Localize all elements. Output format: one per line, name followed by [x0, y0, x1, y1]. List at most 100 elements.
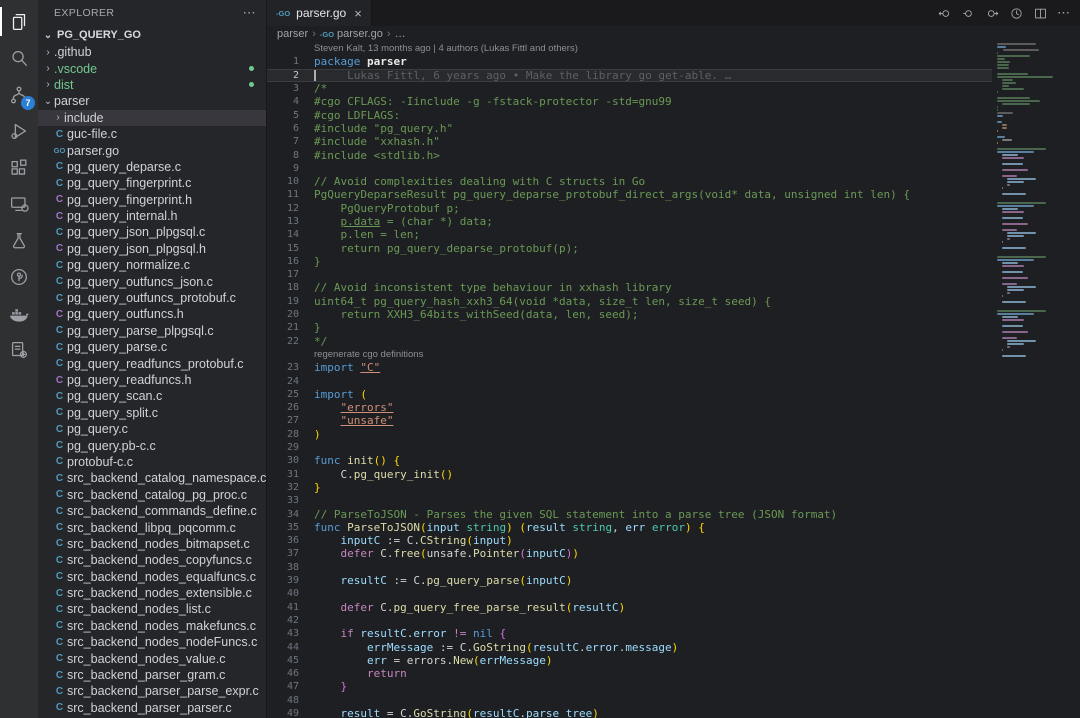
minimap-line [997, 151, 1034, 153]
tree-item-label: dist [54, 78, 73, 92]
tree-file-src_backend_catalog_pg_proc.c[interactable]: Csrc_backend_catalog_pg_proc.c [38, 487, 266, 503]
docker-icon[interactable] [0, 296, 38, 331]
code-line: 12 PgQueryProtobuf p; [267, 202, 992, 215]
tree-file-parser.go[interactable]: GOparser.go [38, 142, 266, 158]
remote-explorer-icon[interactable] [0, 187, 38, 222]
tree-file-pg_query_scan.c[interactable]: Cpg_query_scan.c [38, 388, 266, 404]
search-icon[interactable] [0, 41, 38, 76]
minimap-line [1002, 163, 1024, 165]
code-line: 45 err = errors.New(errMessage) [267, 654, 992, 667]
minimap-line [1002, 127, 1007, 129]
tree-folder-.vscode[interactable]: ›.vscode [38, 60, 266, 76]
minimap[interactable] [992, 42, 1080, 718]
line-content: "unsafe" [314, 414, 393, 427]
tree-file-src_backend_nodes_equalfuncs.c[interactable]: Csrc_backend_nodes_equalfuncs.c [38, 569, 266, 585]
tree-file-pg_query_parse.c[interactable]: Cpg_query_parse.c [38, 339, 266, 355]
gitlens-icon[interactable] [0, 260, 38, 295]
tab-parser-go[interactable]: GO parser.go × [267, 0, 372, 26]
tree-file-src_backend_nodes_value.c[interactable]: Csrc_backend_nodes_value.c [38, 650, 266, 666]
c-file-icon: C [52, 293, 67, 304]
tree-folder-.github[interactable]: ›.github [38, 44, 266, 60]
previous-change-button[interactable] [934, 3, 954, 23]
code-editor[interactable]: Steven Kalt, 13 months ago | 4 authors (… [267, 42, 992, 718]
project-root-item[interactable]: ⌄ PG_QUERY_GO [38, 26, 266, 44]
tree-folder-include[interactable]: ›include [38, 110, 266, 126]
tree-file-src_backend_nodes_nodeFuncs.c[interactable]: Csrc_backend_nodes_nodeFuncs.c [38, 634, 266, 650]
tree-file-pg_query_json_plpgsql.c[interactable]: Cpg_query_json_plpgsql.c [38, 224, 266, 240]
tree-item-label: src_backend_parser_parser.c [67, 701, 232, 715]
tree-item-label: pg_query_fingerprint.c [67, 176, 191, 190]
line-content: result = C.GoString(resultC.parse_tree) [314, 707, 599, 718]
tree-file-src_backend_nodes_bitmapset.c[interactable]: Csrc_backend_nodes_bitmapset.c [38, 536, 266, 552]
tree-item-label: guc-file.c [67, 127, 117, 141]
tree-file-pg_query_readfuncs_protobuf.c[interactable]: Cpg_query_readfuncs_protobuf.c [38, 355, 266, 371]
file-history-button[interactable] [1006, 3, 1026, 23]
tree-folder-dist[interactable]: ›dist [38, 77, 266, 93]
run-debug-icon[interactable] [0, 114, 38, 149]
tree-file-src_backend_libpq_pqcomm.c[interactable]: Csrc_backend_libpq_pqcomm.c [38, 519, 266, 535]
tree-file-src_backend_nodes_list.c[interactable]: Csrc_backend_nodes_list.c [38, 601, 266, 617]
tree-item-label: include [64, 111, 104, 125]
code-line: 43 if resultC.error != nil { [267, 627, 992, 640]
explorer-title: EXPLORER [54, 7, 114, 19]
line-content: } [314, 255, 321, 268]
tree-item-label: pg_query_outfuncs.h [67, 307, 184, 321]
breadcrumb: parser›GOparser.go›… [267, 26, 1080, 42]
project-manager-icon[interactable] [0, 333, 38, 368]
tree-file-src_backend_parser_gram.c[interactable]: Csrc_backend_parser_gram.c [38, 667, 266, 683]
testing-icon[interactable] [0, 223, 38, 258]
line-number: 21 [267, 322, 299, 333]
tree-file-src_backend_commands_define.c[interactable]: Csrc_backend_commands_define.c [38, 503, 266, 519]
c-file-icon: C [52, 506, 67, 517]
tree-file-pg_query_outfuncs_json.c[interactable]: Cpg_query_outfuncs_json.c [38, 273, 266, 289]
tree-file-src_backend_parser_parser.c[interactable]: Csrc_backend_parser_parser.c [38, 700, 266, 716]
code-line: 38 [267, 561, 992, 574]
tree-file-src_backend_parser_parse_expr.c[interactable]: Csrc_backend_parser_parse_expr.c [38, 683, 266, 699]
line-number: 10 [267, 176, 299, 187]
code-line: 35func ParseToJSON(input string) (result… [267, 521, 992, 534]
tree-file-pg_query_parse_plpgsql.c[interactable]: Cpg_query_parse_plpgsql.c [38, 323, 266, 339]
codelens-annotation[interactable]: regenerate cgo definitions [267, 348, 992, 361]
close-tab-icon[interactable]: × [354, 6, 362, 21]
extensions-icon[interactable] [0, 150, 38, 185]
tree-file-pg_query_readfuncs.h[interactable]: Cpg_query_readfuncs.h [38, 372, 266, 388]
tree-file-protobuf-c.c[interactable]: Cprotobuf-c.c [38, 454, 266, 470]
tree-file-pg_query_outfuncs.h[interactable]: Cpg_query_outfuncs.h [38, 306, 266, 322]
tree-file-src_backend_nodes_makefuncs.c[interactable]: Csrc_backend_nodes_makefuncs.c [38, 618, 266, 634]
open-changes-button[interactable] [958, 3, 978, 23]
tree-item-label: src_backend_nodes_equalfuncs.c [67, 570, 256, 584]
line-number: 41 [267, 602, 299, 613]
code-line: 20 return XXH3_64bits_withSeed(data, len… [267, 308, 992, 321]
tree-file-pg_query_json_plpgsql.h[interactable]: Cpg_query_json_plpgsql.h [38, 241, 266, 257]
explorer-sidebar: EXPLORER ⋯ ⌄ PG_QUERY_GO ›.github›.vscod… [38, 0, 267, 718]
tree-file-pg_query_deparse.c[interactable]: Cpg_query_deparse.c [38, 159, 266, 175]
c-header-file-icon: C [52, 375, 67, 386]
tree-file-pg_query.c[interactable]: Cpg_query.c [38, 421, 266, 437]
tree-file-pg_query_internal.h[interactable]: Cpg_query_internal.h [38, 208, 266, 224]
explorer-more-actions-icon[interactable]: ⋯ [243, 5, 256, 21]
tree-file-pg_query_normalize.c[interactable]: Cpg_query_normalize.c [38, 257, 266, 273]
breadcrumb-item[interactable]: parser [277, 28, 308, 40]
tree-file-pg_query_outfuncs_protobuf.c[interactable]: Cpg_query_outfuncs_protobuf.c [38, 290, 266, 306]
minimap-line [1002, 103, 1030, 105]
breadcrumb-item[interactable]: GOparser.go [320, 28, 383, 40]
tree-file-src_backend_catalog_namespace.c[interactable]: Csrc_backend_catalog_namespace.c [38, 470, 266, 486]
source-control-icon[interactable]: 7 [0, 77, 38, 112]
tree-file-pg_query_fingerprint.c[interactable]: Cpg_query_fingerprint.c [38, 175, 266, 191]
line-content: return [314, 667, 407, 680]
tree-item-label: src_backend_nodes_extensible.c [67, 586, 252, 600]
split-editor-button[interactable] [1030, 3, 1050, 23]
c-file-icon: C [52, 424, 67, 435]
more-actions-button[interactable]: ⋯ [1054, 3, 1074, 23]
tree-file-pg_query.pb-c.c[interactable]: Cpg_query.pb-c.c [38, 437, 266, 453]
explorer-icon[interactable] [0, 4, 38, 39]
tree-file-pg_query_fingerprint.h[interactable]: Cpg_query_fingerprint.h [38, 192, 266, 208]
next-change-button[interactable] [982, 3, 1002, 23]
tree-file-guc-file.c[interactable]: Cguc-file.c [38, 126, 266, 142]
breadcrumb-item[interactable]: … [395, 28, 406, 40]
tree-file-src_backend_nodes_copyfuncs.c[interactable]: Csrc_backend_nodes_copyfuncs.c [38, 552, 266, 568]
tree-file-pg_query_split.c[interactable]: Cpg_query_split.c [38, 405, 266, 421]
tree-file-src_backend_nodes_extensible.c[interactable]: Csrc_backend_nodes_extensible.c [38, 585, 266, 601]
tree-item-label: pg_query_deparse.c [67, 160, 181, 174]
tree-folder-parser[interactable]: ⌄parser [38, 93, 266, 109]
